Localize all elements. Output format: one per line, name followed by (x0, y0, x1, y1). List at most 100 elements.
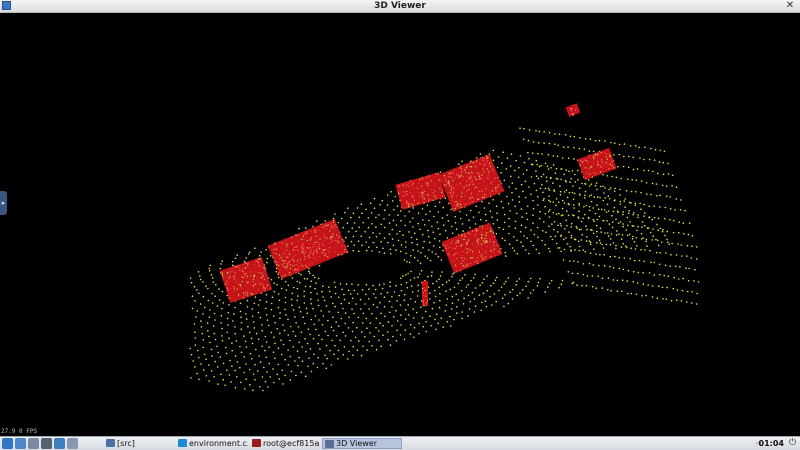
lidar-point (335, 321, 338, 323)
lidar-point (546, 165, 549, 168)
lidar-point (623, 143, 626, 145)
lidar-point (504, 293, 506, 296)
lidar-point (606, 203, 609, 206)
lidar-point (566, 196, 569, 199)
lidar-point (375, 348, 378, 351)
lidar-point (333, 281, 336, 284)
lidar-point (518, 195, 520, 198)
lidar-point (292, 346, 295, 348)
lidar-point (615, 176, 618, 179)
terminal-launcher-icon[interactable] (41, 438, 52, 449)
lidar-point (479, 218, 482, 221)
lidar-point (357, 316, 360, 319)
lidar-point (379, 322, 381, 324)
lidar-point (567, 214, 570, 217)
lidar-point (361, 244, 363, 246)
lidar-point (243, 356, 245, 358)
lidar-point (636, 245, 638, 247)
lidar-point (584, 190, 587, 193)
lidar-point (417, 290, 420, 292)
lidar-point (585, 225, 587, 227)
lidar-point (592, 264, 595, 266)
lidar-point (554, 133, 556, 135)
lidar-point (444, 197, 447, 199)
lidar-point (339, 339, 341, 342)
lidar-point (548, 199, 550, 202)
lidar-point (380, 292, 382, 295)
lidar-point (618, 256, 621, 259)
lidar-point (245, 318, 248, 320)
lidar-point (492, 149, 495, 152)
lidar-point (272, 368, 274, 370)
lidar-point (312, 274, 314, 277)
lidar-point (564, 134, 567, 136)
lidar-point (407, 272, 409, 275)
lidar-point (400, 283, 403, 286)
lidar-point (372, 284, 375, 287)
lidar-point (492, 282, 495, 285)
lidar-point (379, 232, 381, 235)
lidar-point (503, 179, 506, 182)
lidar-point (294, 360, 296, 362)
lidar-point (549, 250, 551, 253)
lidar-point (350, 216, 352, 219)
close-button[interactable]: ✕ (784, 0, 796, 12)
lidar-point (553, 221, 556, 223)
lidar-point (675, 254, 678, 256)
lidar-point (259, 361, 262, 363)
lidar-point (622, 213, 624, 216)
lidar-point (552, 182, 554, 184)
lidar-point (569, 260, 571, 262)
lidar-point (683, 233, 685, 235)
side-panel-handle[interactable]: ▸ (0, 191, 7, 215)
lidar-point (232, 320, 234, 322)
lidar-point (528, 186, 530, 188)
lidar-point (613, 154, 615, 156)
lidar-point (648, 272, 651, 274)
lidar-point (671, 184, 673, 187)
lidar-point (221, 340, 224, 342)
file-manager-icon[interactable] (28, 438, 39, 449)
taskbar-task[interactable]: [src] (104, 438, 174, 449)
lidar-point (216, 305, 219, 307)
lidar-point (520, 183, 523, 186)
lidar-point (368, 308, 370, 310)
lidar-point (590, 194, 593, 196)
lidar-point (325, 305, 328, 307)
lidar-point (507, 277, 510, 279)
lidar-point (346, 358, 349, 360)
lidar-point (246, 306, 249, 308)
lidar-point (389, 311, 391, 314)
lidar-point (434, 205, 437, 208)
lidar-point (630, 202, 632, 204)
lidar-point (403, 338, 406, 341)
lidar-point (599, 253, 601, 256)
taskbar-task[interactable]: 3D Viewer (322, 438, 402, 449)
lidar-point (609, 187, 612, 189)
desktop-switch-icon[interactable] (67, 438, 78, 449)
lidar-point (537, 196, 539, 198)
start-menu-icon[interactable] (2, 438, 13, 449)
lidar-point (362, 345, 364, 348)
lidar-point (356, 349, 359, 352)
lidar-point (615, 234, 618, 236)
lidar-point (404, 224, 406, 227)
browser-icon[interactable] (54, 438, 65, 449)
lidar-point (505, 255, 507, 257)
lidar-point (405, 274, 407, 276)
lidar-point (326, 357, 328, 360)
lidar-point (524, 249, 527, 251)
lidar-point (642, 272, 644, 274)
lidar-point (641, 180, 643, 182)
3d-viewport[interactable]: ▸ (0, 13, 800, 436)
lidar-point (254, 247, 256, 249)
lidar-point (504, 239, 506, 242)
taskbar-task[interactable]: root@ecf815a8... (250, 438, 320, 449)
lidar-point (322, 296, 324, 298)
desktop-icon[interactable] (15, 438, 26, 449)
lidar-point (559, 185, 561, 187)
lidar-point (548, 195, 550, 197)
lidar-point (686, 290, 689, 293)
power-icon[interactable]: ⏻ (787, 438, 798, 449)
taskbar-task[interactable]: environment.c... (176, 438, 248, 449)
